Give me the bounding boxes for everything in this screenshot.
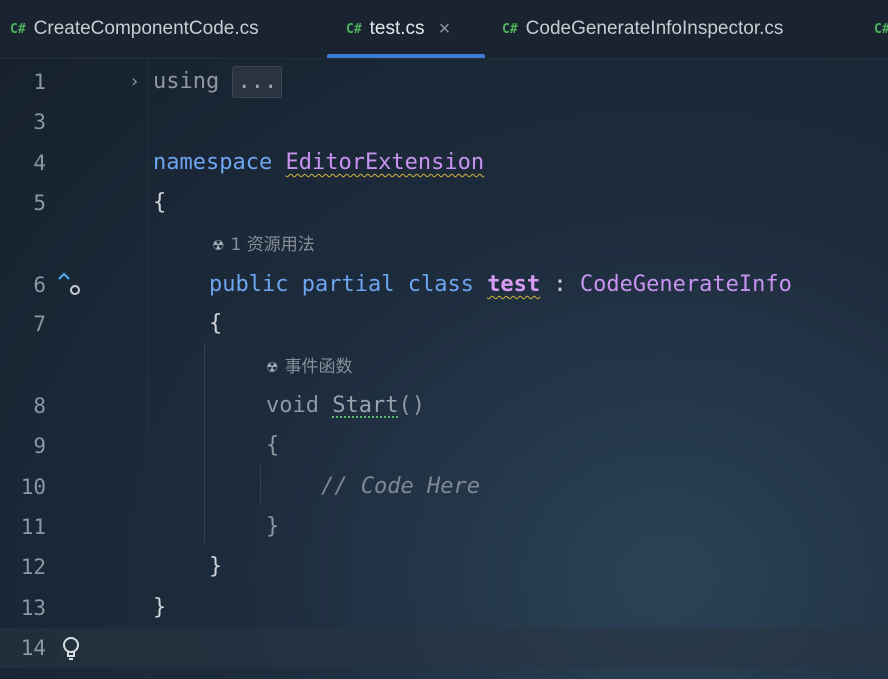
code-line-4[interactable]: 4 namespace EditorExtension	[0, 143, 888, 183]
event-function-hint-text: 事件函数	[284, 357, 353, 377]
comment: // Code Here	[321, 474, 480, 499]
line-number: 4	[33, 151, 46, 175]
lightbulb-icon[interactable]	[60, 635, 82, 661]
code-line-14-current[interactable]: 14	[0, 628, 888, 668]
usage-hint-text: 1 资源用法	[230, 235, 315, 255]
code-text: void Start()	[266, 386, 425, 426]
code-line-10[interactable]: 10 // Code Here	[0, 467, 888, 507]
unity-icon: ☢	[266, 360, 279, 376]
code-text: }	[266, 514, 280, 539]
code-text: }	[209, 554, 223, 579]
class-name: test	[487, 272, 541, 297]
code-text: {	[266, 433, 280, 458]
method-name: Start	[332, 393, 399, 418]
implementation-up-icon[interactable]	[56, 269, 82, 299]
code-line-9[interactable]: 9 {	[0, 426, 888, 466]
keyword-class: class	[407, 272, 474, 297]
code-text: {	[209, 311, 223, 336]
tab-overflow[interactable]: C#	[874, 0, 888, 58]
keyword-partial: partial	[301, 272, 395, 297]
code-line-1[interactable]: 1 › using ...	[0, 62, 888, 102]
code-line-13[interactable]: 13 }	[0, 588, 888, 628]
code-line-6[interactable]: 6 public partial class test : CodeGenera…	[0, 265, 888, 305]
line-number: 8	[33, 394, 46, 418]
close-tab-icon[interactable]: ×	[439, 18, 451, 41]
line-number: 11	[20, 515, 46, 539]
unity-icon: ☢	[212, 238, 225, 254]
code-line-7[interactable]: 7 {	[0, 304, 888, 344]
active-tab-indicator	[327, 54, 485, 58]
line-number: 13	[20, 596, 46, 620]
line-number: 9	[33, 434, 46, 458]
keyword-namespace: namespace	[153, 150, 273, 175]
editor-tab-bar: C# CreateComponentCode.cs C# test.cs × C…	[0, 0, 888, 59]
keyword-public: public	[209, 272, 289, 297]
tab-createcomponentcode[interactable]: C# CreateComponentCode.cs	[10, 0, 259, 58]
line-number: 10	[20, 475, 46, 499]
usage-hint[interactable]: ☢ 1 资源用法	[212, 225, 315, 265]
csharp-file-icon: C#	[10, 21, 26, 37]
code-line-8[interactable]: 8 void Start()	[0, 386, 888, 426]
code-line-11[interactable]: 11 }	[0, 507, 888, 547]
collapsed-region[interactable]: ...	[232, 66, 283, 98]
code-text: namespace EditorExtension	[153, 143, 484, 183]
csharp-file-icon: C#	[502, 21, 518, 37]
line-number: 12	[20, 555, 46, 579]
csharp-file-icon: C#	[346, 21, 362, 37]
base-class-name: CodeGenerateInfo	[579, 272, 792, 297]
keyword-using: using	[153, 69, 220, 94]
tab-label: CreateComponentCode.cs	[33, 18, 259, 39]
parens: ()	[398, 393, 425, 418]
colon: :	[553, 272, 567, 297]
code-text: using ...	[153, 62, 283, 102]
tab-test-cs[interactable]: C# test.cs ×	[327, 0, 485, 58]
tab-label: test.cs	[369, 18, 425, 39]
fold-arrow-icon[interactable]: ›	[131, 62, 138, 102]
line-number: 3	[33, 110, 46, 134]
line-number: 6	[33, 273, 46, 297]
line-number: 5	[33, 191, 46, 215]
code-text: public partial class test : CodeGenerate…	[209, 265, 792, 305]
code-text: }	[153, 595, 167, 620]
tab-label: CodeGenerateInfoInspector.cs	[525, 18, 784, 39]
event-function-hint[interactable]: ☢ 事件函数	[266, 347, 353, 387]
line-number: 14	[20, 636, 46, 660]
csharp-file-icon: C#	[874, 21, 888, 37]
tab-codegenerateinfoinspector[interactable]: C# CodeGenerateInfoInspector.cs	[502, 0, 783, 58]
line-number: 7	[33, 312, 46, 336]
line-number: 1	[33, 70, 46, 94]
code-line-12[interactable]: 12 }	[0, 547, 888, 587]
namespace-name: EditorExtension	[285, 150, 485, 175]
code-text: {	[153, 190, 167, 215]
code-line-5[interactable]: 5 {	[0, 183, 888, 223]
code-line-3[interactable]: 3	[0, 102, 888, 142]
keyword-void: void	[266, 393, 319, 418]
